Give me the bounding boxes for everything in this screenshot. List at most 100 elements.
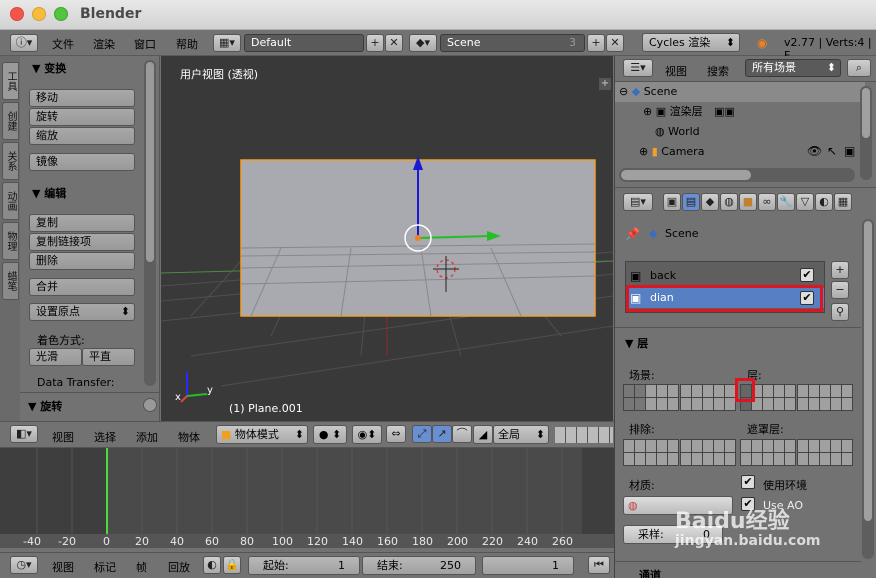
pin-icon[interactable]: 📌 bbox=[625, 227, 640, 241]
tab-create[interactable]: 创建 bbox=[2, 102, 19, 140]
properties-toggle-icon[interactable]: + bbox=[599, 78, 611, 90]
timeline-menu-marker[interactable]: 标记 bbox=[94, 559, 116, 575]
duplicate-button[interactable]: 复制 bbox=[29, 214, 135, 232]
render-layer-row-back[interactable]: back bbox=[626, 266, 824, 286]
scene-layers-grid[interactable] bbox=[623, 384, 679, 411]
maximize-window-button[interactable] bbox=[54, 7, 68, 21]
visibility-eye-icon[interactable]: 👁 bbox=[807, 144, 822, 158]
lock-icon[interactable]: 🔒 bbox=[223, 556, 241, 574]
viewport-menu-select[interactable]: 选择 bbox=[94, 429, 116, 445]
properties-editor-type-icon[interactable]: ▤▾ bbox=[623, 193, 653, 211]
render-layers-tab-icon[interactable]: ▤ bbox=[682, 193, 700, 211]
edit-panel-header[interactable]: ▼ 编辑 bbox=[32, 185, 66, 201]
render-engine-select[interactable]: Cycles 渲染 ⬍ bbox=[642, 33, 740, 52]
properties-scrollbar[interactable] bbox=[862, 219, 874, 559]
menu-render[interactable]: 渲染 bbox=[93, 36, 115, 52]
tab-tools[interactable]: 工具 bbox=[2, 62, 19, 100]
select-arrow-icon[interactable]: ↖ bbox=[827, 144, 837, 158]
data-tab-icon[interactable]: ▽ bbox=[796, 193, 814, 211]
viewport-editor-type-icon[interactable]: ◧▾ bbox=[10, 425, 38, 443]
tab-animation[interactable]: 动画 bbox=[2, 182, 19, 220]
rotate-panel-header[interactable]: ▼ 旋转 bbox=[28, 398, 62, 414]
outliner-row-world[interactable]: ◍ World bbox=[615, 122, 865, 142]
viewport-layers-grid[interactable] bbox=[555, 427, 613, 443]
timeline-menu-view[interactable]: 视图 bbox=[52, 559, 74, 575]
set-origin-select[interactable]: 设置原点 ⬍ bbox=[29, 303, 135, 321]
manipulator-toggle-icon[interactable]: ⇔ bbox=[386, 425, 406, 443]
tab-grease-pencil[interactable]: 蜡笔 bbox=[2, 262, 19, 300]
outliner-row-scene[interactable]: ⊖ ◆ Scene bbox=[615, 82, 865, 102]
scale-manipulator-icon[interactable]: ⌒ bbox=[452, 425, 472, 443]
mode-select[interactable]: ■ 物体模式 ⬍ bbox=[216, 425, 308, 444]
material-tab-icon[interactable]: ◐ bbox=[815, 193, 833, 211]
viewport-menu-view[interactable]: 视图 bbox=[52, 429, 74, 445]
timeline-editor-type-icon[interactable]: ◷▾ bbox=[10, 556, 38, 574]
timeline-menu-playback[interactable]: 回放 bbox=[168, 559, 190, 575]
add-screen-icon[interactable]: + bbox=[366, 34, 384, 52]
remove-screen-icon[interactable]: ✕ bbox=[385, 34, 403, 52]
outliner-menu-view[interactable]: 视图 bbox=[665, 63, 687, 79]
end-frame-field[interactable]: 结束: 250 bbox=[362, 556, 476, 575]
panel-collapse-icon[interactable] bbox=[143, 398, 157, 412]
render-tab-icon[interactable]: ▣ bbox=[663, 193, 681, 211]
editor-type-icon[interactable]: ⓘ▾ bbox=[10, 34, 38, 52]
screen-layout-icon[interactable]: ▦▾ bbox=[213, 34, 241, 52]
menu-help[interactable]: 帮助 bbox=[176, 36, 198, 52]
scene-tab-icon[interactable]: ◆ bbox=[701, 193, 719, 211]
outliner-display-select[interactable]: 所有场景 ⬍ bbox=[745, 59, 841, 77]
screen-name-field[interactable]: Default bbox=[244, 34, 364, 52]
outliner-editor-type-icon[interactable]: ☰▾ bbox=[623, 59, 653, 77]
shading-select[interactable]: ● ⬍ bbox=[313, 425, 347, 444]
tool-shelf-scrollbar[interactable] bbox=[144, 60, 156, 386]
pivot-select[interactable]: ◉⬍ bbox=[352, 425, 382, 444]
viewport-menu-add[interactable]: 添加 bbox=[136, 429, 158, 445]
3d-viewport[interactable]: 用户视图 (透视) y x (1) Plane.001 + bbox=[161, 56, 613, 421]
jump-start-icon[interactable]: ⏮ bbox=[588, 556, 610, 574]
duplicate-linked-button[interactable]: 复制链接项 bbox=[29, 233, 135, 251]
rotate-button[interactable]: 旋转 bbox=[29, 108, 135, 126]
timeline-menu-frame[interactable]: 帧 bbox=[136, 559, 147, 575]
modifiers-tab-icon[interactable]: 🔧 bbox=[777, 193, 795, 211]
timeline-area[interactable]: -40 -20 0 20 40 60 80 100 120 140 160 18… bbox=[0, 448, 614, 548]
outliner-row-render-layers[interactable]: ⊕ ▣ 渲染层 ▣▣ bbox=[615, 102, 865, 122]
remove-scene-icon[interactable]: ✕ bbox=[606, 34, 624, 52]
shade-smooth-button[interactable]: 光滑 bbox=[29, 348, 82, 366]
transform-panel-header[interactable]: ▼ 变换 bbox=[32, 60, 66, 76]
use-environment-checkbox[interactable]: ✔ bbox=[741, 475, 755, 489]
outliner-vscrollbar[interactable] bbox=[860, 86, 872, 180]
tab-physics[interactable]: 物理 bbox=[2, 222, 19, 260]
scene-browse-icon[interactable]: ◆▾ bbox=[409, 34, 437, 52]
orientation-select[interactable]: 全局 ⬍ bbox=[493, 425, 549, 444]
render-layers-grid[interactable] bbox=[797, 384, 853, 411]
exclude-layers-grid[interactable] bbox=[680, 439, 736, 466]
mask-layers-grid[interactable] bbox=[797, 439, 853, 466]
scene-name-field[interactable]: Scene 3 bbox=[440, 34, 585, 52]
exclude-layers-grid[interactable] bbox=[623, 439, 679, 466]
outliner-menu-search[interactable]: 搜索 bbox=[707, 63, 729, 79]
tab-relations[interactable]: 关系 bbox=[2, 142, 19, 180]
object-tab-icon[interactable]: ■ bbox=[739, 193, 757, 211]
scene-layers-grid[interactable] bbox=[680, 384, 736, 411]
outliner-hscrollbar[interactable] bbox=[619, 168, 855, 182]
current-frame-field[interactable]: 1 bbox=[482, 556, 574, 575]
close-window-button[interactable] bbox=[10, 7, 24, 21]
scale-button[interactable]: 缩放 bbox=[29, 127, 135, 145]
viewport-menu-object[interactable]: 物体 bbox=[178, 429, 200, 445]
preview-range-icon[interactable]: ◐ bbox=[203, 556, 221, 574]
menu-window[interactable]: 窗口 bbox=[134, 36, 156, 52]
translate-manipulator-icon[interactable]: ⤢ bbox=[412, 425, 432, 443]
world-tab-icon[interactable]: ◍ bbox=[720, 193, 738, 211]
join-button[interactable]: 合并 bbox=[29, 278, 135, 296]
layer-panel-header[interactable]: ▼ 层 bbox=[625, 335, 648, 351]
pin-layer-icon[interactable]: ⚲ bbox=[831, 303, 849, 321]
add-render-layer-icon[interactable]: + bbox=[831, 261, 849, 279]
translate-button[interactable]: 移动 bbox=[29, 89, 135, 107]
menu-file[interactable]: 文件 bbox=[52, 36, 74, 52]
outliner-search-icon[interactable]: ⌕ bbox=[847, 59, 871, 77]
mask-layers-grid[interactable] bbox=[740, 439, 796, 466]
render-camera-icon[interactable]: ▣ bbox=[844, 144, 855, 158]
start-frame-field[interactable]: 起始: 1 bbox=[248, 556, 360, 575]
layer-enable-checkbox[interactable]: ✔ bbox=[800, 268, 814, 282]
rotate-manipulator-icon[interactable]: ↗ bbox=[432, 425, 452, 443]
constraints-tab-icon[interactable]: ∞ bbox=[758, 193, 776, 211]
